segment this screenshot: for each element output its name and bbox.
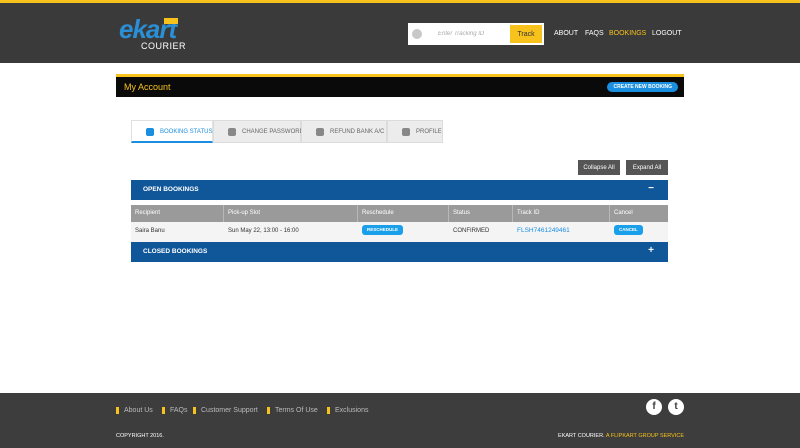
twitter-icon[interactable]: t [668,399,684,415]
column-header: Reschedule [358,205,449,222]
tracking-id-input[interactable] [428,26,506,42]
cancel-cell: CANCEL [610,222,668,242]
nav-faqs[interactable]: FAQS [585,30,604,37]
tab-label: BOOKING STATUS [160,129,213,135]
collapse-icon[interactable]: − [648,183,654,194]
copyright-text: COPYRIGHT 2016. [116,433,164,439]
service-prefix: EKART COURIER. [558,433,605,439]
closed-bookings-header[interactable]: CLOSED BOOKINGS + [131,242,668,262]
recipient-cell: Saira Banu [135,228,165,234]
footer-link-exclusions[interactable]: Exclusions [327,407,368,414]
status-cell: CONFIRMED [453,228,490,234]
logo-subtitle: COURIER [141,41,187,51]
tab-profile[interactable]: PROFILE [387,120,443,143]
column-header: Status [449,205,513,222]
tab-label: PROFILE [416,129,442,135]
panel-title: OPEN BOOKINGS [143,186,199,193]
create-new-booking-button[interactable]: CREATE NEW BOOKING [607,82,678,92]
expand-all-button[interactable]: Expand All [626,160,668,175]
column-header: Track ID [513,205,610,222]
tab-label: REFUND BANK A/C [330,129,385,135]
track-button[interactable]: Track [510,25,542,43]
key-icon [228,128,236,136]
column-header: Recipient [131,205,224,222]
track-id-cell: FLSH7461249461 [513,222,610,242]
service-brand: A FLIPKART GROUP SERVICE [605,433,684,439]
track-id-link[interactable]: FLSH7461249461 [517,227,570,234]
nav-bookings[interactable]: BOOKINGS [609,30,646,37]
column-header: Pick-up Slot [224,205,358,222]
footer-link-terms[interactable]: Terms Of Use [267,407,318,414]
open-bookings-header[interactable]: OPEN BOOKINGS − [131,180,668,200]
site-footer: About Us FAQs Customer Support Terms Of … [0,393,800,448]
tab-label: CHANGE PASSWORD [242,129,304,135]
table-header-row: Recipient Pick-up Slot Reschedule Status… [131,205,668,222]
footer-link-about[interactable]: About Us [116,407,153,414]
gear-icon [402,128,410,136]
suitcase-icon [146,128,154,136]
facebook-icon[interactable]: f [646,399,662,415]
package-icon [412,29,422,39]
table-row: Saira Banu Sun May 22, 13:00 - 16:00 RES… [131,222,668,242]
page-title: My Account [124,82,171,92]
footer-link-support[interactable]: Customer Support [193,407,258,414]
cancel-button[interactable]: CANCEL [614,225,643,236]
expand-icon[interactable]: + [648,245,654,256]
top-header: ekart COURIER Track ABOUT FAQS BOOKINGS … [0,0,800,63]
tab-refund-bank[interactable]: REFUND BANK A/C [301,120,387,143]
tracking-form: Track [408,23,544,45]
reschedule-cell: RESCHEDULE [358,222,449,242]
bank-icon [316,128,324,136]
reschedule-button[interactable]: RESCHEDULE [362,225,404,236]
collapse-all-button[interactable]: Collapse All [578,160,620,175]
panel-title: CLOSED BOOKINGS [143,248,208,255]
ekart-logo[interactable]: ekart COURIER [119,15,189,53]
footer-link-faqs[interactable]: FAQs [162,407,188,414]
service-text: EKART COURIER. A FLIPKART GROUP SERVICE [558,433,684,439]
logo-badge [164,18,178,24]
column-header: Cancel [614,210,633,216]
nav-logout[interactable]: LOGOUT [652,30,682,37]
tab-booking-status[interactable]: BOOKING STATUS [131,120,213,143]
pickup-slot-cell: Sun May 22, 13:00 - 16:00 [228,228,299,234]
nav-about[interactable]: ABOUT [554,30,578,37]
account-bar: My Account CREATE NEW BOOKING [116,77,684,97]
tab-change-password[interactable]: CHANGE PASSWORD [213,120,304,143]
